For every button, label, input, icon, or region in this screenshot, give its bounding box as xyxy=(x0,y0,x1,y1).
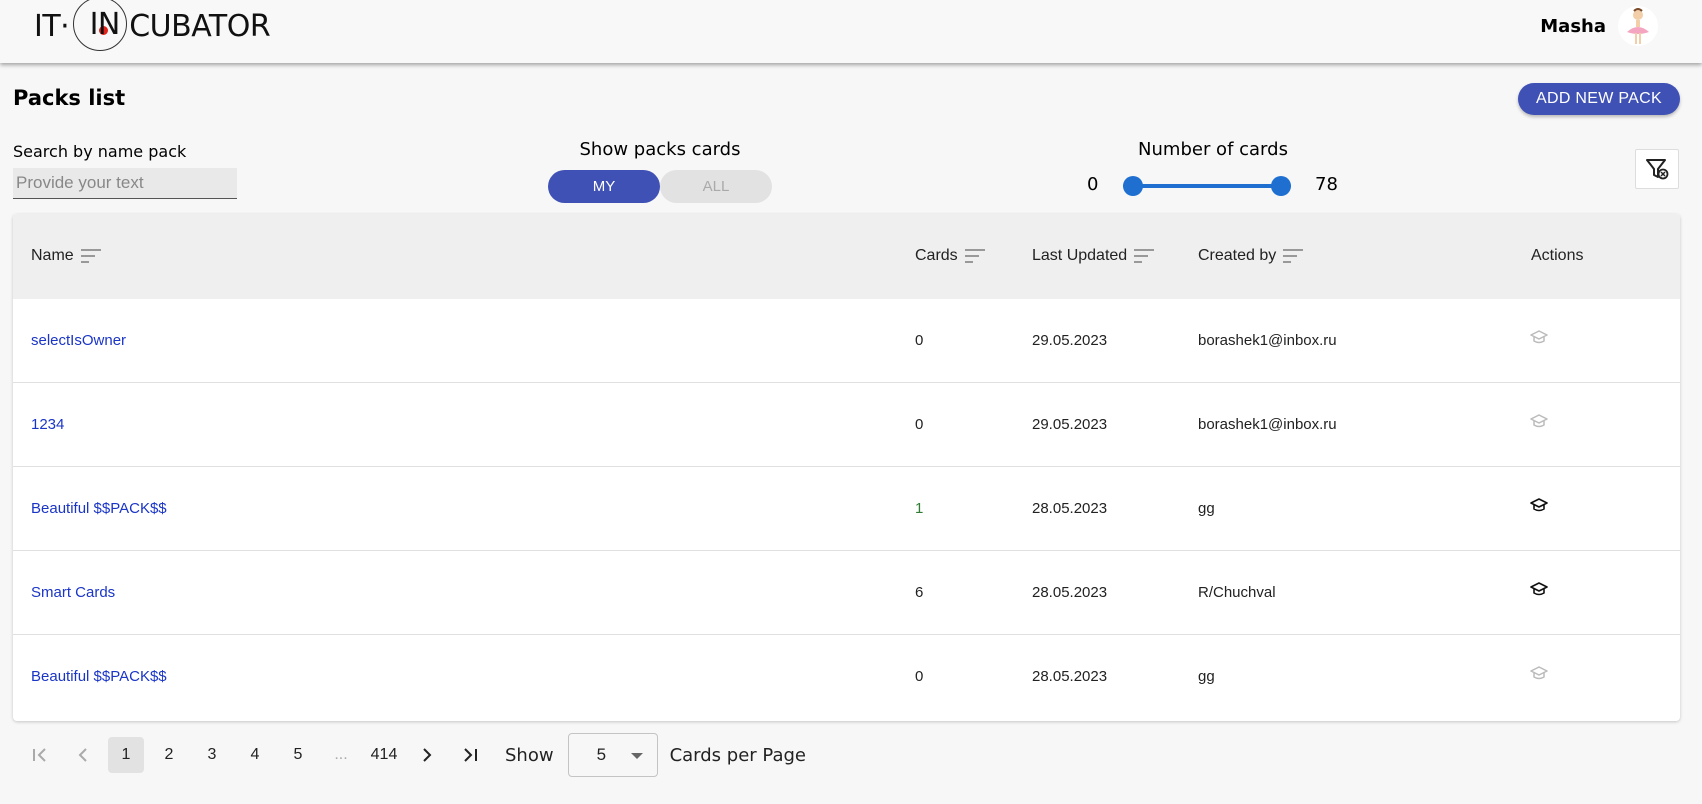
slider-thumb-max[interactable] xyxy=(1271,176,1291,196)
show-packs-label: Show packs cards xyxy=(579,139,741,160)
pack-created-by: borashek1@inbox.ru xyxy=(1198,332,1337,349)
learn-pack-icon[interactable] xyxy=(1530,665,1548,681)
pack-name-link[interactable]: Beautiful $$PACK$$ xyxy=(31,500,167,517)
logo[interactable]: IT· IN CUBATOR xyxy=(34,0,271,52)
table-row: Beautiful $$PACK$$ 1 28.05.2023 gg xyxy=(13,467,1680,551)
chevron-right-icon xyxy=(423,748,432,762)
table-row: 1234 0 29.05.2023 borashek1@inbox.ru xyxy=(13,383,1680,467)
column-header-created-by[interactable]: Created by xyxy=(1198,247,1304,265)
range-max-value: 78 xyxy=(1315,174,1338,195)
clear-filter-button[interactable] xyxy=(1635,149,1679,189)
logo-text-in: IN xyxy=(89,6,121,42)
pack-cards-count: 0 xyxy=(915,332,924,349)
page-button-3[interactable]: 3 xyxy=(194,737,230,773)
page-title: Packs list xyxy=(13,86,126,110)
user-menu[interactable]: Masha xyxy=(1540,6,1658,46)
number-of-cards-label: Number of cards xyxy=(1138,139,1288,160)
pack-last-updated: 28.05.2023 xyxy=(1032,584,1108,601)
column-header-name[interactable]: Name xyxy=(31,247,102,265)
pack-created-by: gg xyxy=(1198,500,1215,517)
pack-last-updated: 29.05.2023 xyxy=(1032,416,1108,433)
avatar-ballerina-icon xyxy=(1627,8,1649,44)
pack-last-updated: 29.05.2023 xyxy=(1032,332,1108,349)
sort-icon[interactable] xyxy=(964,248,986,264)
prev-page-button[interactable] xyxy=(65,737,101,773)
page-button-2[interactable]: 2 xyxy=(151,737,187,773)
page-ellipsis: ... xyxy=(334,746,348,763)
sort-icon[interactable] xyxy=(80,248,102,264)
column-created-label: Created by xyxy=(1198,247,1277,264)
chevron-left-icon xyxy=(78,748,87,762)
pack-name-link[interactable]: Beautiful $$PACK$$ xyxy=(31,668,167,685)
last-page-button[interactable] xyxy=(452,737,488,773)
learn-pack-icon[interactable] xyxy=(1530,581,1548,597)
table-row: Smart Cards 6 28.05.2023 R/Chuchval xyxy=(13,551,1680,635)
pack-created-by: borashek1@inbox.ru xyxy=(1198,416,1337,433)
packs-table: Name Cards Last Updated Created by Actio… xyxy=(13,214,1680,721)
logo-circle: IN xyxy=(73,0,128,51)
owner-toggle: MY ALL xyxy=(548,170,772,203)
learn-pack-icon[interactable] xyxy=(1530,329,1548,345)
slider-thumb-min[interactable] xyxy=(1123,176,1143,196)
column-header-cards[interactable]: Cards xyxy=(915,247,986,265)
cards-per-page-label: Cards per Page xyxy=(669,744,806,766)
column-name-label: Name xyxy=(31,247,74,264)
show-label: Show xyxy=(505,744,554,766)
pack-cards-count: 0 xyxy=(915,416,924,433)
sort-icon[interactable] xyxy=(1133,248,1155,264)
search-label: Search by name pack xyxy=(13,142,187,161)
pack-last-updated: 28.05.2023 xyxy=(1032,668,1108,685)
logo-text-it: IT· xyxy=(34,8,70,44)
pack-name-link[interactable]: selectIsOwner xyxy=(31,332,126,349)
toggle-all-button[interactable]: ALL xyxy=(660,170,772,203)
toggle-my-button[interactable]: MY xyxy=(548,170,660,203)
column-actions-label: Actions xyxy=(1531,247,1584,264)
pack-cards-count: 6 xyxy=(915,584,924,601)
pack-cards-count: 1 xyxy=(915,500,924,517)
per-page-select[interactable]: 5 xyxy=(567,733,658,777)
app-header: IT· IN CUBATOR Masha xyxy=(0,0,1702,63)
table-row: selectIsOwner 0 29.05.2023 borashek1@inb… xyxy=(13,299,1680,383)
cards-range-slider[interactable] xyxy=(1123,176,1291,196)
page-button-last-number[interactable]: 414 xyxy=(366,737,402,773)
page-button-1[interactable]: 1 xyxy=(108,737,144,773)
pack-name-link[interactable]: Smart Cards xyxy=(31,584,115,601)
sort-icon[interactable] xyxy=(1282,248,1304,264)
avatar[interactable] xyxy=(1618,6,1658,46)
pack-last-updated: 28.05.2023 xyxy=(1032,500,1108,517)
per-page-value: 5 xyxy=(596,745,607,764)
user-name: Masha xyxy=(1540,15,1606,37)
first-page-icon xyxy=(33,748,46,762)
next-page-button[interactable] xyxy=(409,737,445,773)
pack-created-by: gg xyxy=(1198,668,1215,685)
pack-name-link[interactable]: 1234 xyxy=(31,416,64,433)
filter-remove-icon xyxy=(1646,159,1669,180)
search-input[interactable] xyxy=(13,168,237,199)
page-button-4[interactable]: 4 xyxy=(237,737,273,773)
logo-text-cubator: CUBATOR xyxy=(129,8,271,44)
add-new-pack-button[interactable]: ADD NEW PACK xyxy=(1518,83,1680,115)
last-page-icon xyxy=(464,748,477,762)
slider-track xyxy=(1123,184,1291,188)
range-min-value: 0 xyxy=(1087,174,1099,195)
column-updated-label: Last Updated xyxy=(1032,247,1128,264)
first-page-button[interactable] xyxy=(22,737,58,773)
page-button-5[interactable]: 5 xyxy=(280,737,316,773)
table-row: Beautiful $$PACK$$ 0 28.05.2023 gg xyxy=(13,635,1680,719)
learn-pack-icon[interactable] xyxy=(1530,413,1548,429)
column-header-actions: Actions xyxy=(1531,247,1583,265)
column-header-last-updated[interactable]: Last Updated xyxy=(1032,247,1155,265)
chevron-down-icon xyxy=(630,753,643,759)
pack-cards-count: 0 xyxy=(915,668,924,685)
pagination: 1 2 3 4 5 ... 414 Show 5 Cards per Page xyxy=(22,733,806,777)
table-header: Name Cards Last Updated Created by Actio… xyxy=(13,214,1680,299)
pack-created-by: R/Chuchval xyxy=(1198,584,1276,601)
column-cards-label: Cards xyxy=(915,247,958,264)
learn-pack-icon[interactable] xyxy=(1530,497,1548,513)
